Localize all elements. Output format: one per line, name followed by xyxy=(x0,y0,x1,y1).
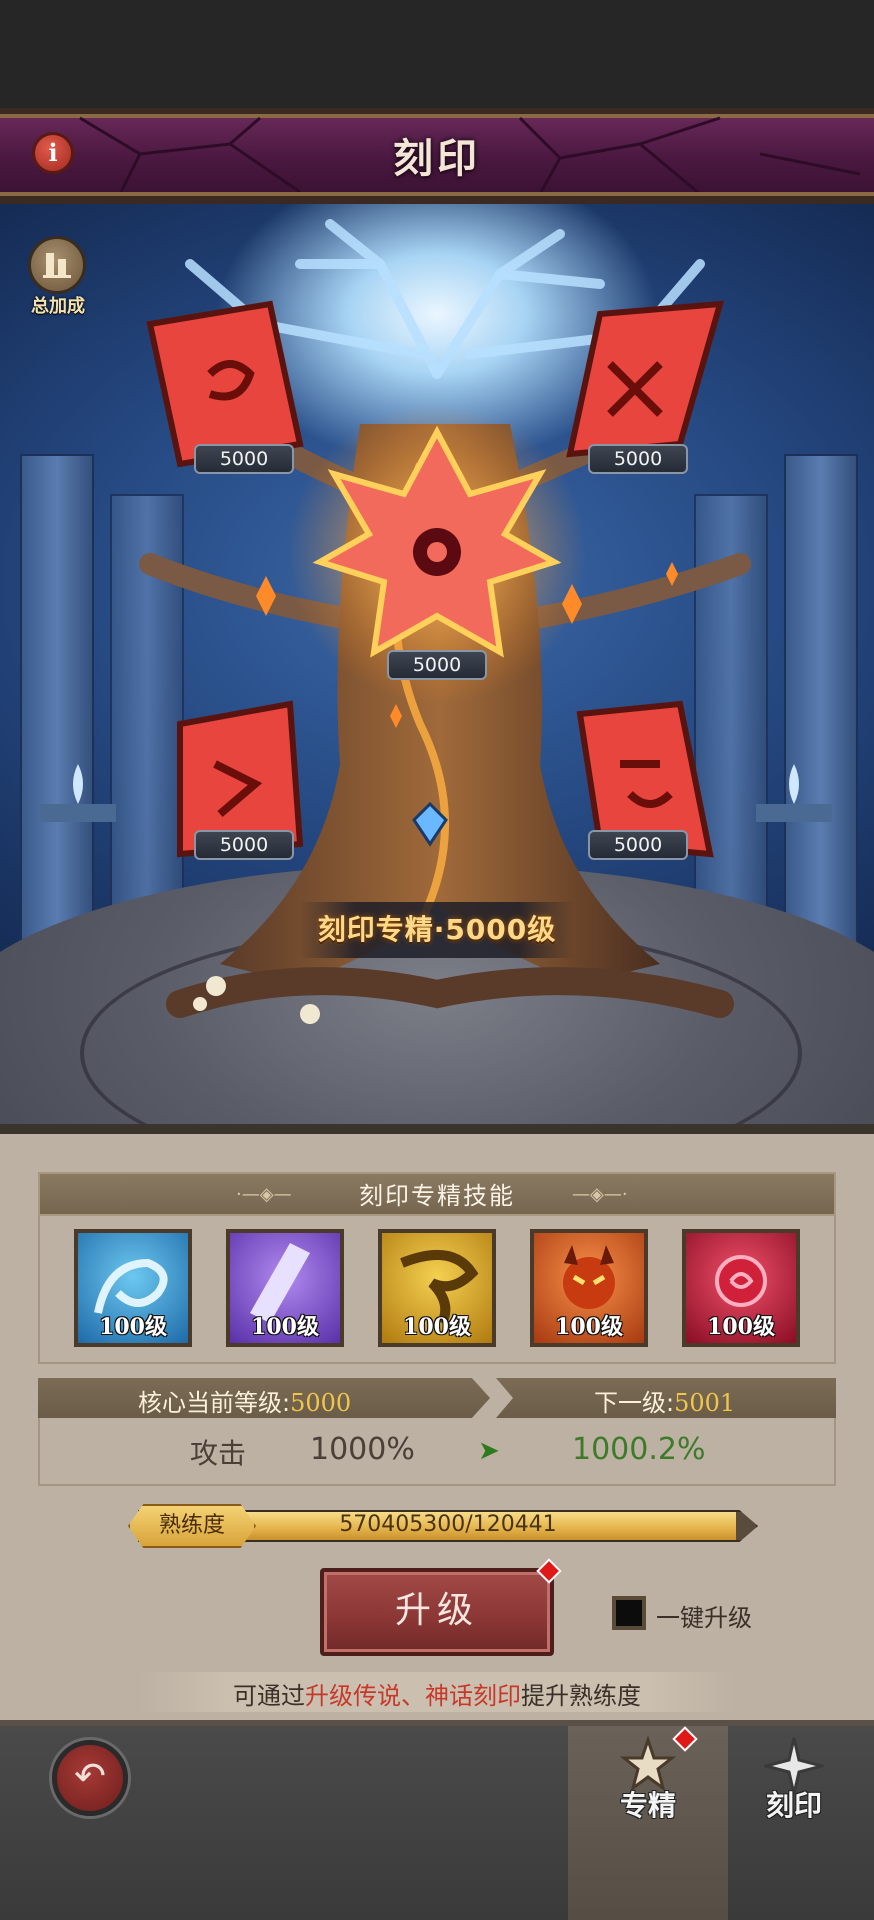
skill-slot-5[interactable]: 100级 xyxy=(682,1229,800,1347)
rune-value-top-right: 5000 xyxy=(588,444,688,474)
mastery-level-banner: 刻印专精·5000级 xyxy=(300,902,574,958)
skill-level: 100级 xyxy=(707,1314,775,1340)
rune-tile-top-right[interactable] xyxy=(566,300,725,458)
skill-slot-2[interactable]: 100级 xyxy=(226,1229,344,1347)
stat-current: 1000% xyxy=(310,1432,415,1467)
skill-slot-4[interactable]: 100级 xyxy=(530,1229,648,1347)
proficiency-label: 熟练度 xyxy=(128,1504,256,1548)
one-key-upgrade-label: 一键升级 xyxy=(656,1604,752,1632)
one-key-upgrade-checkbox[interactable] xyxy=(612,1596,646,1630)
page-title: 刻印 xyxy=(393,136,481,182)
skill-level: 100级 xyxy=(403,1314,471,1340)
hint-suffix: 提升熟练度 xyxy=(521,1682,641,1710)
current-level-text: 核心当前等级:5000 xyxy=(138,1383,351,1418)
total-bonus-label: 总加成 xyxy=(31,296,85,317)
rune-value-center: 5000 xyxy=(387,650,487,680)
current-level-label: 核心当前等级: xyxy=(138,1389,291,1417)
stat-frame xyxy=(38,1418,836,1486)
next-level-value: 5001 xyxy=(674,1389,736,1417)
nav-label-imprint: 刻印 xyxy=(765,1789,822,1822)
hint-text: 可通过升级传说、神话刻印提升熟练度 xyxy=(0,1676,874,1711)
skill-level: 100级 xyxy=(99,1314,167,1340)
bar-chart-icon xyxy=(43,253,71,278)
skill-slot-1[interactable]: 100级 xyxy=(74,1229,192,1347)
info-icon: i xyxy=(48,138,58,167)
info-button[interactable]: i xyxy=(32,132,74,174)
rune-value-bottom-right: 5000 xyxy=(588,830,688,860)
next-level-text: 下一级:5001 xyxy=(594,1383,735,1418)
skill-level: 100级 xyxy=(251,1314,319,1340)
skill-slot-3[interactable]: 100级 xyxy=(378,1229,496,1347)
arrow-right-icon: ➤ xyxy=(478,1436,500,1466)
rune-tile-top-left[interactable] xyxy=(146,300,304,468)
stat-name: 攻击 xyxy=(190,1437,247,1470)
rune-tile-center-star[interactable] xyxy=(312,425,562,658)
hint-prefix: 可通过 xyxy=(233,1682,305,1710)
nav-label-mastery: 专精 xyxy=(619,1789,676,1822)
upgrade-button[interactable]: 升级 xyxy=(320,1568,554,1656)
total-bonus-button[interactable] xyxy=(28,236,86,294)
back-arrow-icon: ↶ xyxy=(74,1754,106,1798)
back-button[interactable]: ↶ xyxy=(52,1740,128,1816)
rune-value-top-left: 5000 xyxy=(194,444,294,474)
next-level-label: 下一级: xyxy=(594,1389,675,1417)
skill-level: 100级 xyxy=(555,1314,623,1340)
hint-highlight: 升级传说、神话刻印 xyxy=(305,1682,521,1710)
imprint-tree-scene: 5000 5000 5000 5000 5000 xyxy=(0,204,874,1124)
current-level-value: 5000 xyxy=(290,1389,352,1417)
stat-next: 1000.2% xyxy=(572,1432,706,1467)
rune-value-bottom-left: 5000 xyxy=(194,830,294,860)
skills-title: 刻印专精技能 xyxy=(359,1182,515,1210)
